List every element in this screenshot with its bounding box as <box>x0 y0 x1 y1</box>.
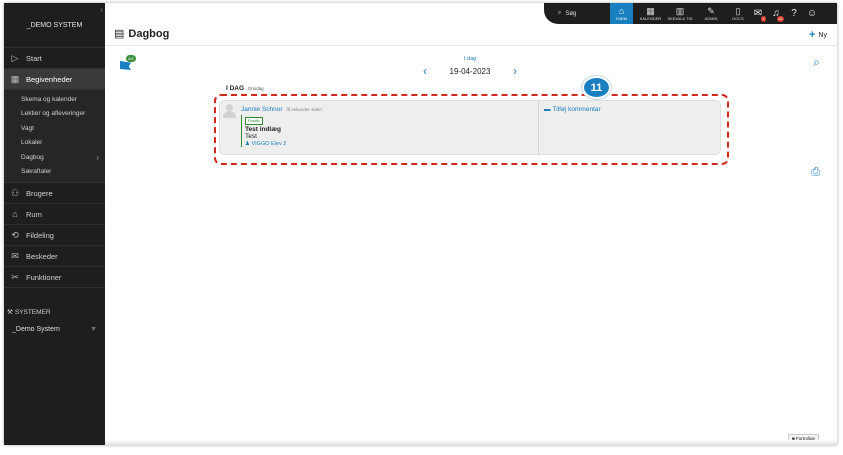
plus-icon: + <box>809 29 816 41</box>
sidebar-item-label: Funktioner <box>26 272 62 282</box>
current-date: 19-04-2023 <box>449 66 491 76</box>
wrench-icon: ⚒ <box>7 309 13 316</box>
search-icon[interactable]: ⌕ <box>813 55 820 70</box>
room-icon: ⌂ <box>12 209 18 219</box>
sidebar-subitem-skema[interactable]: Skema og kalender <box>4 92 105 107</box>
play-outline-icon: ▷ <box>11 52 19 63</box>
flag-filter-button[interactable]: 4/4 <box>120 55 142 73</box>
sidebar-subitem-lektier[interactable]: Lektier og afleveringer <box>4 107 105 122</box>
page-title-text: Dagbog <box>128 27 170 40</box>
system-selector[interactable]: _Demo System ▼ <box>4 326 105 333</box>
caret-down-icon: ▼ <box>90 326 97 333</box>
users-icon: ⚇ <box>10 187 20 198</box>
systems-label: SYSTEMER <box>14 308 51 316</box>
calendar-icon: ▦ <box>10 73 20 84</box>
sidebar-subitem-dagbog[interactable]: Dagbog › <box>4 150 105 165</box>
sidebar-subnav: Skema og kalender Lektier og afleveringe… <box>4 90 105 183</box>
sidebar-subitem-lokaler[interactable]: Lokaler <box>4 136 105 151</box>
step-number-badge: 11 <box>582 76 611 99</box>
day-heading: I DAG Onsdag <box>226 85 264 92</box>
app-window: ‹ _DEMO SYSTEM ▷ Start ▦ Begivenheder Sk… <box>4 3 837 445</box>
title-divider <box>105 45 837 46</box>
main-content: ▤ Dagbog + Ny 4/4 ⌕ ⎙ I dag ‹ 19-04-2023… <box>105 3 837 445</box>
new-entry-label: Ny <box>818 31 827 39</box>
sidebar-subitem-saeraftaler[interactable]: Særaftaler <box>4 165 105 180</box>
systems-heading: ⚒ SYSTEMER <box>4 308 105 317</box>
sidebar-subitem-label: Dagbog <box>21 153 44 161</box>
chevron-right-icon: › <box>96 152 99 162</box>
print-icon[interactable]: ⎙ <box>811 166 820 179</box>
highlight-box <box>214 94 729 165</box>
date-row: ‹ 19-04-2023 › <box>423 64 517 78</box>
sidebar-item-label: Brugere <box>26 188 53 198</box>
flag-count-badge: 4/4 <box>126 55 136 62</box>
sidebar-item-label: Start <box>26 53 42 63</box>
sidebar-subitem-vagt[interactable]: Vagt <box>4 121 105 136</box>
brand-name[interactable]: _DEMO SYSTEM <box>4 3 105 48</box>
diary-icon: ▤ <box>114 28 125 40</box>
chevron-right-icon[interactable]: › <box>513 64 517 78</box>
date-navigator: I dag ‹ 19-04-2023 › <box>423 56 517 78</box>
chevron-left-icon[interactable]: ‹ <box>423 64 427 78</box>
flag-icon <box>120 61 131 70</box>
sidebar-item-label: Fildeling <box>26 230 54 240</box>
page-title: ▤ Dagbog <box>114 27 170 41</box>
today-link[interactable]: I dag <box>423 56 517 62</box>
system-name: _Demo System <box>12 326 60 333</box>
sidebar-item-start[interactable]: ▷ Start <box>4 48 105 69</box>
sidebar-item-fildeling[interactable]: ⟲ Fildeling <box>4 225 105 246</box>
sidebar-item-beskeder[interactable]: ✉ Beskeder <box>4 246 105 267</box>
day-heading-text: I DAG <box>226 85 245 92</box>
sidebar-item-rum[interactable]: ⌂ Rum <box>4 204 105 225</box>
sidebar-item-funktioner[interactable]: ✂ Funktioner <box>4 267 105 288</box>
new-entry-button[interactable]: + Ny <box>809 29 827 41</box>
chat-icon: ✉ <box>11 250 19 261</box>
sidebar-item-begivenheder[interactable]: ▦ Begivenheder <box>4 69 105 90</box>
sidebar-item-label: Beskeder <box>26 251 58 261</box>
share-icon: ⟲ <box>11 229 19 240</box>
sidebar-item-label: Rum <box>26 209 42 219</box>
bottom-edge <box>105 440 837 445</box>
weekday-text: Onsdag <box>247 86 264 91</box>
tools-icon: ✂ <box>11 271 19 282</box>
sidebar-item-brugere[interactable]: ⚇ Brugere <box>4 183 105 204</box>
sidebar-collapse-icon[interactable]: ‹ <box>100 5 103 14</box>
sidebar: ‹ _DEMO SYSTEM ▷ Start ▦ Begivenheder Sk… <box>4 3 105 445</box>
sidebar-item-label: Begivenheder <box>26 74 73 84</box>
